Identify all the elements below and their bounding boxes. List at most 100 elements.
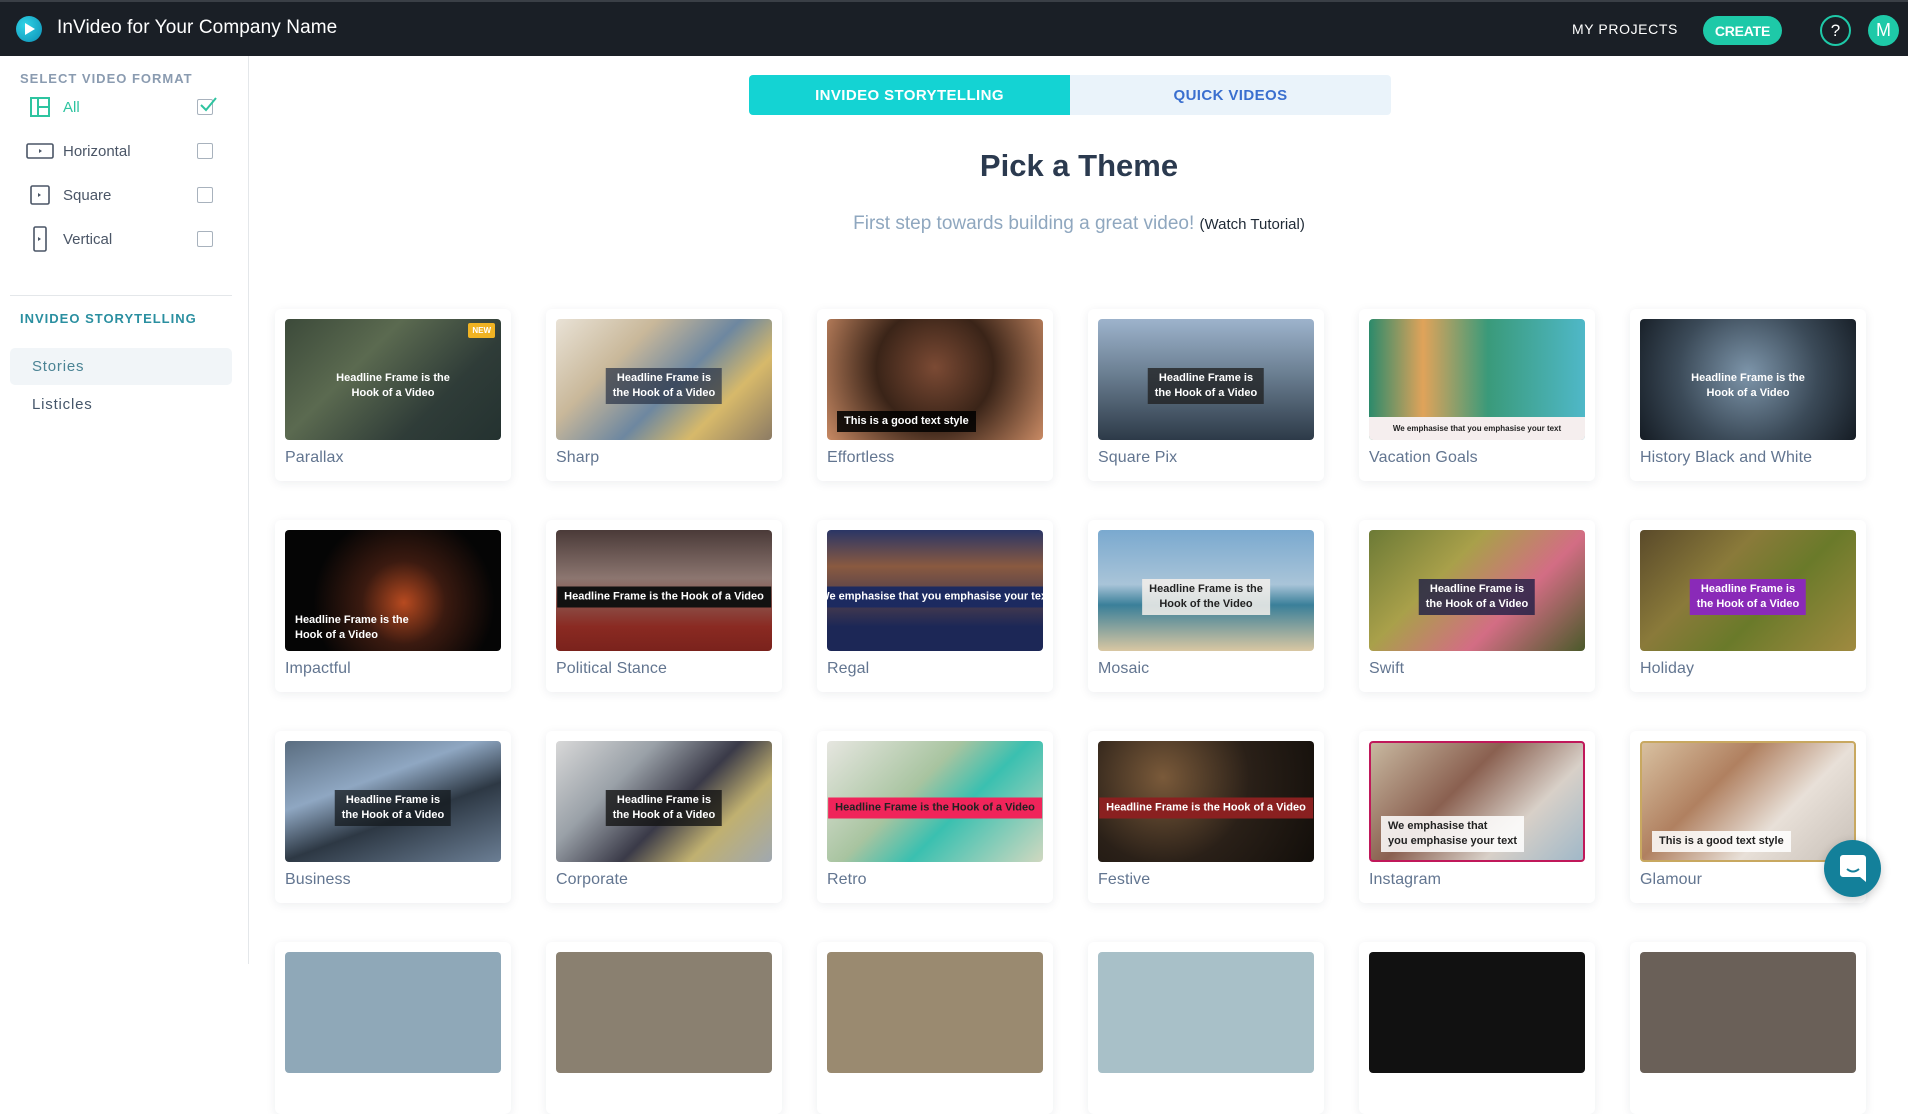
theme-thumbnail: Headline Frame is the Hook of a Video: [285, 530, 501, 651]
my-projects-link[interactable]: MY PROJECTS: [1572, 21, 1678, 37]
layout-grid-icon: [30, 97, 50, 117]
theme-card[interactable]: Headline Frame is the Hook of a Video Impa…: [275, 520, 511, 692]
theme-name: Mosaic: [1098, 660, 1150, 677]
theme-name: History Black and White: [1640, 449, 1813, 466]
theme-card[interactable]: We emphasise that you emphasise your text…: [1359, 731, 1595, 903]
theme-thumbnail: We emphasise that you emphasise your tex…: [1369, 319, 1585, 440]
overlay-line: the Hook of a Video: [1425, 597, 1529, 610]
theme-card[interactable]: Headline Frame is the Hook of a Video Swif…: [1359, 520, 1595, 692]
theme-name: Corporate: [556, 871, 629, 888]
theme-card-partial[interactable]: [275, 942, 511, 1114]
overlay-line: Hook of a Video: [295, 629, 378, 641]
theme-name: Square Pix: [1098, 449, 1178, 466]
overlay-line: This is a good text style: [844, 415, 969, 427]
theme-thumbnail: Headline Frame is the Hook of a Video: [556, 741, 772, 862]
theme-name: Parallax: [285, 449, 344, 466]
theme-name: Glamour: [1640, 871, 1703, 888]
chat-launcher-button[interactable]: [1824, 840, 1881, 897]
format-checkbox-vertical[interactable]: [197, 231, 213, 247]
watch-tutorial-link[interactable]: (Watch Tutorial): [1200, 216, 1305, 233]
overlay-line: the Hook of a Video: [341, 808, 445, 821]
page-subtitle: First step towards building a great vide…: [250, 213, 1908, 235]
theme-name: Festive: [1098, 871, 1151, 888]
theme-card[interactable]: Headline Frame is the Hook of a Video Squa…: [1088, 309, 1324, 481]
format-option-vertical[interactable]: Vertical: [0, 221, 240, 257]
theme-card[interactable]: Headline Frame is the Hook of a Video Corp…: [546, 731, 782, 903]
overlay-line: Headline Frame is the Hook of a Video: [564, 590, 764, 603]
main-content: INVIDEO STORYTELLING QUICK VIDEOS Pick a…: [250, 56, 1908, 1114]
thumbnail-overlay-text: Headline Frame is the Hook of the Video: [1142, 578, 1270, 615]
sidebar-item-stories[interactable]: Stories: [10, 348, 232, 385]
overlay-line: Hook of the Video: [1159, 597, 1253, 610]
theme-card[interactable]: Headline Frame is the Hook of a Video Holi…: [1630, 520, 1866, 692]
theme-card[interactable]: Headline Frame is the Hook of a Video Fes…: [1088, 731, 1324, 903]
theme-card[interactable]: We emphasise that you emphasise your tex…: [817, 520, 1053, 692]
create-button[interactable]: CREATE: [1703, 16, 1782, 45]
theme-thumbnail: Headline Frame is the Hook of a Video NEW: [285, 319, 501, 440]
tab-invideo-storytelling[interactable]: INVIDEO STORYTELLING: [749, 75, 1070, 115]
format-checkbox-square[interactable]: [197, 187, 213, 203]
format-option-all[interactable]: All: [0, 89, 240, 125]
overlay-line: Headline Frame is the: [1691, 371, 1805, 384]
format-option-square[interactable]: Square: [0, 177, 240, 213]
format-label: All: [63, 98, 80, 116]
theme-card[interactable]: Headline Frame is the Hook of a Video Busi…: [275, 731, 511, 903]
theme-thumbnail: [827, 952, 1043, 1073]
thumbnail-overlay-text: Headline Frame is the Hook of a Video: [1689, 578, 1807, 615]
sidebar-divider: [10, 295, 232, 296]
theme-card-partial[interactable]: [1359, 942, 1595, 1114]
overlay-line: Headline Frame is: [345, 793, 441, 806]
overlay-line: Hook of a Video: [1706, 386, 1790, 399]
theme-card[interactable]: Headline Frame is the Hook of a Video Ret…: [817, 731, 1053, 903]
theme-card-partial[interactable]: [817, 942, 1053, 1114]
theme-card[interactable]: Headline Frame is the Hook of the Video Mo…: [1088, 520, 1324, 692]
theme-name: Retro: [827, 871, 867, 888]
thumbnail-overlay-text: We emphasise that you emphasise your tex…: [1369, 417, 1585, 440]
overlay-line: Headline Frame is: [1158, 371, 1254, 384]
theme-card[interactable]: Headline Frame is the Hook of a Video Hist…: [1630, 309, 1866, 481]
sidebar: SELECT VIDEO FORMAT All Horizontal Squar…: [0, 56, 249, 964]
theme-card[interactable]: We emphasise that you emphasise your tex…: [1359, 309, 1595, 481]
theme-name: Regal: [827, 660, 870, 677]
theme-card-partial[interactable]: [1088, 942, 1324, 1114]
thumbnail-overlay-text: Headline Frame is the Hook of a Video: [605, 789, 723, 826]
theme-thumbnail: Headline Frame is the Hook of a Video: [1369, 530, 1585, 651]
theme-card[interactable]: Headline Frame is the Hook of a Video Pol…: [546, 520, 782, 692]
theme-card[interactable]: This is a good text style Effortless: [817, 309, 1053, 481]
theme-card[interactable]: Headline Frame is the Hook of a Video NEW P…: [275, 309, 511, 481]
format-checkbox-all[interactable]: [197, 97, 217, 115]
theme-thumbnail: Headline Frame is the Hook of the Video: [1098, 530, 1314, 651]
format-option-horizontal[interactable]: Horizontal: [0, 133, 240, 169]
page-title: Pick a Theme: [979, 148, 1179, 183]
theme-card-partial[interactable]: [1630, 942, 1866, 1114]
overlay-line: Headline Frame is: [616, 371, 712, 384]
user-avatar[interactable]: M: [1868, 15, 1899, 46]
format-checkbox-horizontal[interactable]: [197, 143, 213, 159]
theme-name: Political Stance: [556, 660, 667, 677]
help-button[interactable]: ?: [1820, 15, 1851, 46]
theme-card[interactable]: Headline Frame is the Hook of a Video Shar…: [546, 309, 782, 481]
thumbnail-overlay-text: Headline Frame is the Hook of a Video: [1418, 578, 1536, 615]
theme-thumbnail: Headline Frame is the Hook of a Video: [285, 741, 501, 862]
overlay-line: We emphasise that you emphasise your tex…: [1392, 424, 1562, 433]
thumbnail-overlay-text: Headline Frame is the Hook of a Video: [557, 586, 771, 608]
overlay-line: This is a good text style: [1659, 835, 1784, 847]
tab-bar: INVIDEO STORYTELLING QUICK VIDEOS: [749, 75, 1391, 115]
vertical-video-icon: [33, 226, 47, 252]
theme-name: Impactful: [285, 660, 351, 677]
thumbnail-overlay-text: Headline Frame is the Hook of a Video: [295, 613, 409, 643]
thumbnail-overlay-text: Headline Frame is the Hook of a Video: [336, 371, 450, 401]
app-title: InVideo for Your Company Name: [57, 17, 338, 38]
thumbnail-overlay-text: This is a good text style: [1652, 831, 1791, 852]
top-bar: InVideo for Your Company Name MY PROJECT…: [0, 0, 1908, 56]
tab-quick-videos[interactable]: QUICK VIDEOS: [1070, 75, 1391, 115]
theme-card-partial[interactable]: [546, 942, 782, 1114]
theme-thumbnail: Headline Frame is the Hook of a Video: [556, 530, 772, 651]
invideo-logo-icon[interactable]: [16, 16, 42, 42]
theme-thumbnail: This is a good text style: [827, 319, 1043, 440]
overlay-line: Hook of a Video: [351, 386, 435, 399]
sidebar-item-listicles[interactable]: Listicles: [10, 386, 232, 423]
theme-name: Instagram: [1369, 871, 1442, 888]
overlay-line: you emphasise your text: [1388, 835, 1517, 847]
theme-thumbnail: Headline Frame is the Hook of a Video: [1640, 530, 1856, 651]
